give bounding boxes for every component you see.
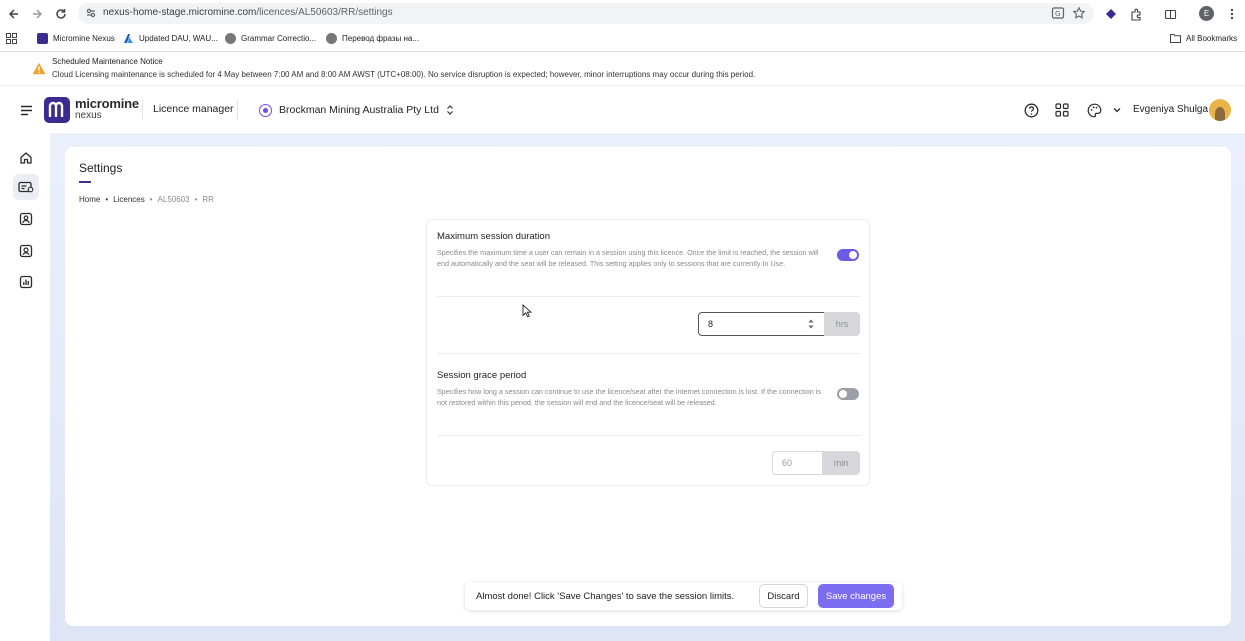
notice-body: Cloud Licensing maintenance is scheduled…: [52, 70, 756, 79]
divider: [437, 296, 861, 297]
save-changes-button[interactable]: Save changes: [818, 584, 894, 608]
breadcrumb-licences[interactable]: Licences: [113, 195, 145, 204]
grace-period-description: Specifies how long a session can continu…: [437, 387, 821, 407]
reload-icon[interactable]: [52, 5, 70, 23]
azure-favicon-icon: [124, 33, 133, 43]
globe-favicon-icon: [225, 32, 236, 44]
site-settings-icon[interactable]: [84, 6, 98, 20]
extension-diamond-icon[interactable]: [1103, 6, 1119, 22]
divider: [437, 353, 861, 354]
sidebar-item-reports[interactable]: [16, 272, 36, 292]
sidebar-item-licences[interactable]: [13, 174, 39, 200]
breadcrumb-current: RR: [202, 195, 214, 204]
browser-chrome: nexus-home-stage.micromine.com/licences/…: [0, 0, 1245, 52]
app-name: Licence manager: [153, 103, 234, 115]
divider: [142, 100, 143, 120]
breadcrumb-separator: •: [149, 195, 153, 204]
divider: [237, 100, 238, 120]
settings-card: Settings Home • Licences • AL50603 • RR …: [65, 147, 1231, 626]
app-header: micromine nexus Licence manager Brockman…: [0, 87, 1245, 133]
breadcrumb: Home • Licences • AL50603 • RR: [79, 195, 214, 204]
breadcrumb-licence-id[interactable]: AL50603: [158, 195, 190, 204]
bookmark-label: Updated DAU, WAU...: [139, 33, 218, 43]
org-selector[interactable]: Brockman Mining Australia Pty Ltd: [259, 99, 454, 121]
back-icon[interactable]: [5, 5, 23, 23]
input-value: 8: [708, 319, 714, 329]
notice-title: Scheduled Maintenance Notice: [52, 57, 163, 66]
chevron-down-icon[interactable]: [1111, 101, 1123, 119]
logo-wordmark: micromine: [75, 96, 139, 111]
bookmark-translate[interactable]: Перевод фразы на...: [326, 31, 419, 45]
max-session-toggle[interactable]: [837, 249, 859, 261]
sidebar-item-users[interactable]: [16, 209, 36, 229]
toast-message: Almost done! Click 'Save Changes' to sav…: [476, 591, 735, 602]
palette-icon[interactable]: [1085, 101, 1103, 119]
globe-favicon-icon: [326, 32, 337, 44]
session-settings-panel: Maximum session duration Specifies the m…: [426, 219, 870, 486]
user-card-icon: [19, 212, 33, 226]
max-session-title: Maximum session duration: [437, 231, 550, 242]
hours-unit-label: hrs: [824, 312, 860, 336]
micromine-logo-icon[interactable]: [44, 97, 70, 123]
bookmark-label: Micromine Nexus: [53, 33, 115, 43]
user-name[interactable]: Evgeniya Shulga: [1133, 104, 1208, 115]
svg-text:G: G: [1055, 10, 1060, 18]
max-session-hours-input[interactable]: 8: [698, 312, 825, 336]
spinner-arrows-icon[interactable]: [808, 318, 814, 330]
bar-chart-icon: [19, 275, 33, 289]
minutes-unit-label: min: [822, 451, 860, 475]
bookmark-updated-dau[interactable]: Updated DAU, WAU...: [123, 31, 218, 45]
org-radio-icon: [259, 103, 272, 117]
micromine-favicon-icon: [37, 32, 48, 44]
folder-icon: [1170, 34, 1181, 43]
maintenance-notice: Scheduled Maintenance Notice Cloud Licen…: [0, 53, 1245, 86]
reading-list-icon[interactable]: [1162, 6, 1178, 22]
grace-period-toggle[interactable]: [837, 388, 859, 400]
breadcrumb-separator: •: [194, 195, 198, 204]
grace-period-title: Session grace period: [437, 370, 527, 381]
sort-chevrons-icon: [446, 105, 453, 115]
extensions-puzzle-icon[interactable]: [1128, 6, 1144, 22]
input-value: 60: [782, 458, 793, 468]
bookmark-micromine-nexus[interactable]: Micromine Nexus: [37, 31, 115, 45]
all-bookmarks-label: All Bookmarks: [1186, 33, 1238, 43]
home-icon: [20, 152, 32, 164]
apps-grid-icon[interactable]: [6, 31, 17, 45]
profile-avatar[interactable]: E: [1199, 6, 1214, 21]
unsaved-changes-toast: Almost done! Click 'Save Changes' to sav…: [465, 582, 902, 610]
forward-icon[interactable]: [28, 5, 46, 23]
mouse-cursor-icon: [522, 304, 532, 318]
user-avatar[interactable]: [1209, 99, 1231, 121]
org-name: Brockman Mining Australia Pty Ltd: [279, 104, 439, 116]
sidebar-item-home[interactable]: [16, 148, 36, 168]
breadcrumb-home[interactable]: Home: [79, 195, 100, 204]
page-title: Settings: [79, 161, 123, 175]
divider: [437, 435, 861, 436]
hamburger-menu-icon[interactable]: [17, 101, 35, 119]
menu-kebab-icon[interactable]: [1224, 6, 1240, 22]
bookmark-label: Перевод фразы на...: [342, 33, 419, 43]
sidebar-item-contacts[interactable]: [16, 241, 36, 261]
discard-button[interactable]: Discard: [759, 584, 808, 608]
breadcrumb-separator: •: [105, 195, 109, 204]
sidebar: [0, 133, 50, 641]
url-text: nexus-home-stage.micromine.com/licences/…: [103, 7, 393, 18]
max-session-description: Specifies the maximum time a user can re…: [437, 248, 819, 268]
contact-badge-icon: [19, 244, 33, 258]
grace-period-minutes-input[interactable]: 60: [772, 451, 823, 475]
bookmark-label: Grammar Correctio...: [241, 33, 317, 43]
bookmark-star-icon[interactable]: [1072, 6, 1086, 20]
address-bar[interactable]: nexus-home-stage.micromine.com/licences/…: [78, 3, 1094, 24]
help-icon[interactable]: [1022, 101, 1040, 119]
bookmark-grammar[interactable]: Grammar Correctio...: [225, 31, 316, 45]
licence-card-icon: [18, 181, 34, 193]
title-underline: [79, 181, 91, 183]
translate-icon[interactable]: G: [1051, 6, 1065, 20]
all-bookmarks[interactable]: All Bookmarks: [1170, 31, 1237, 45]
warning-icon: [32, 62, 46, 75]
logo-subword: nexus: [75, 110, 102, 121]
apps-grid-icon[interactable]: [1053, 101, 1071, 119]
